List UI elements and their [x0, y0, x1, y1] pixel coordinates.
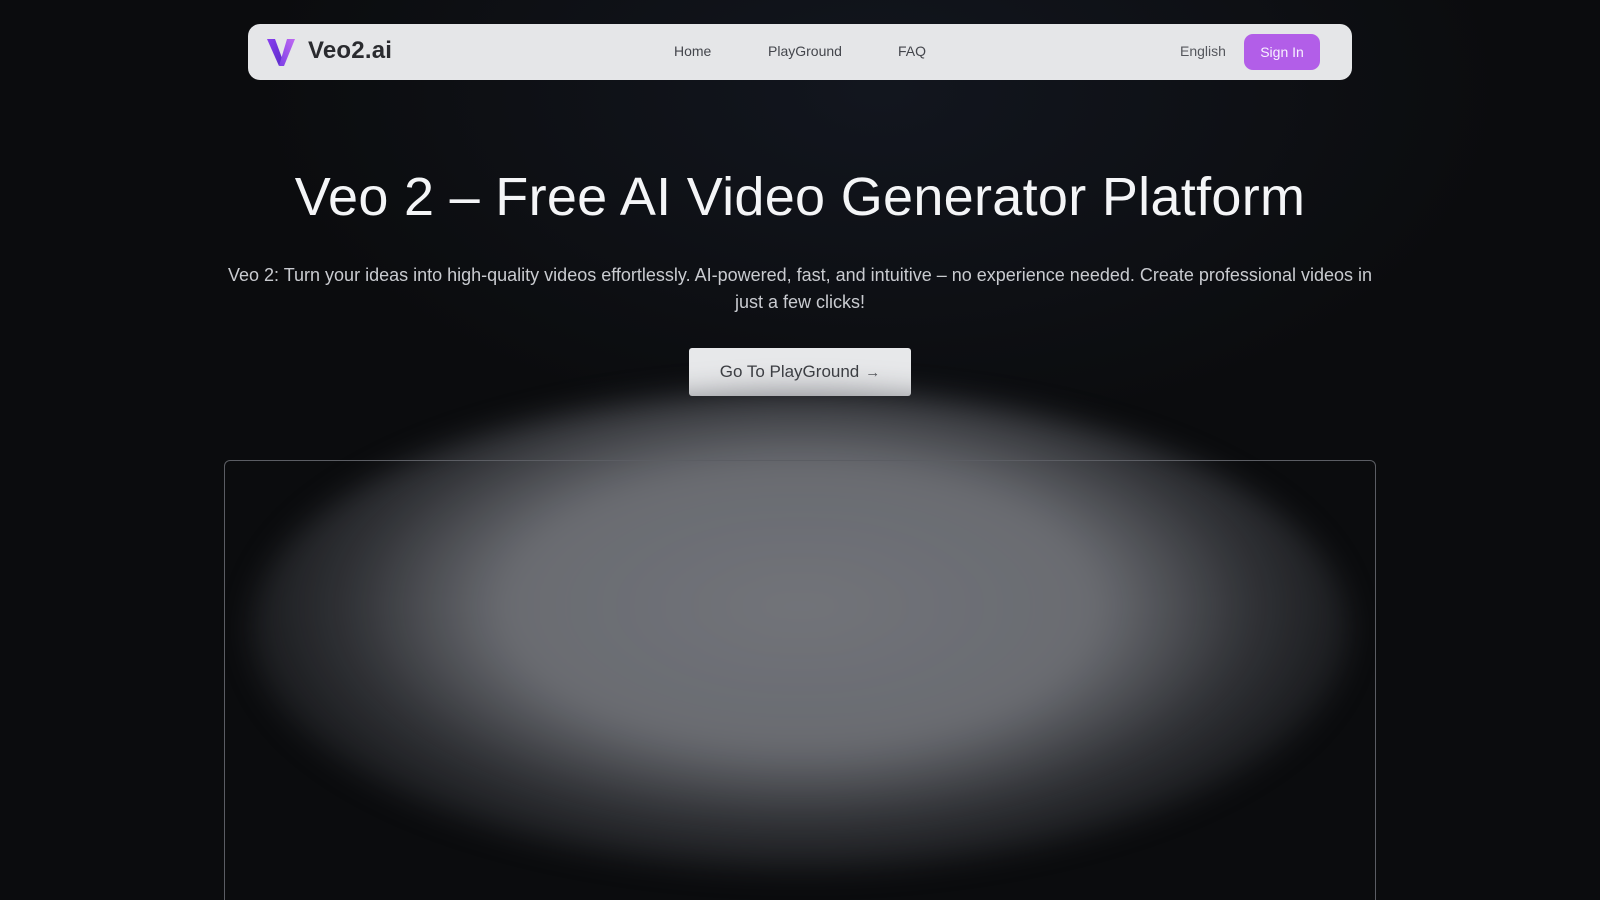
page: Veo2.ai Home PlayGround FAQ English Sign… [0, 0, 1600, 900]
nav-link-faq[interactable]: FAQ [898, 43, 926, 59]
language-selector[interactable]: English [1180, 43, 1226, 59]
go-to-playground-label: Go To PlayGround [719, 362, 860, 381]
v-logo-icon[interactable] [265, 36, 297, 68]
video-preview-panel[interactable] [224, 460, 1376, 900]
arrow-right-icon: → [865, 363, 881, 381]
nav-link-playground[interactable]: PlayGround [768, 43, 842, 59]
top-navigation-bar: Veo2.ai Home PlayGround FAQ English Sign… [248, 24, 1352, 80]
hero-subtitle: Veo 2: Turn your ideas into high-quality… [227, 265, 1373, 312]
nav-link-home[interactable]: Home [674, 43, 711, 59]
go-to-playground-button[interactable]: Go To PlayGround → [689, 348, 911, 396]
sign-in-button[interactable]: Sign In [1244, 34, 1320, 70]
page-title: Veo 2 – Free AI Video Generator Platform [294, 167, 1306, 227]
brand-name[interactable]: Veo2.ai [308, 37, 392, 65]
